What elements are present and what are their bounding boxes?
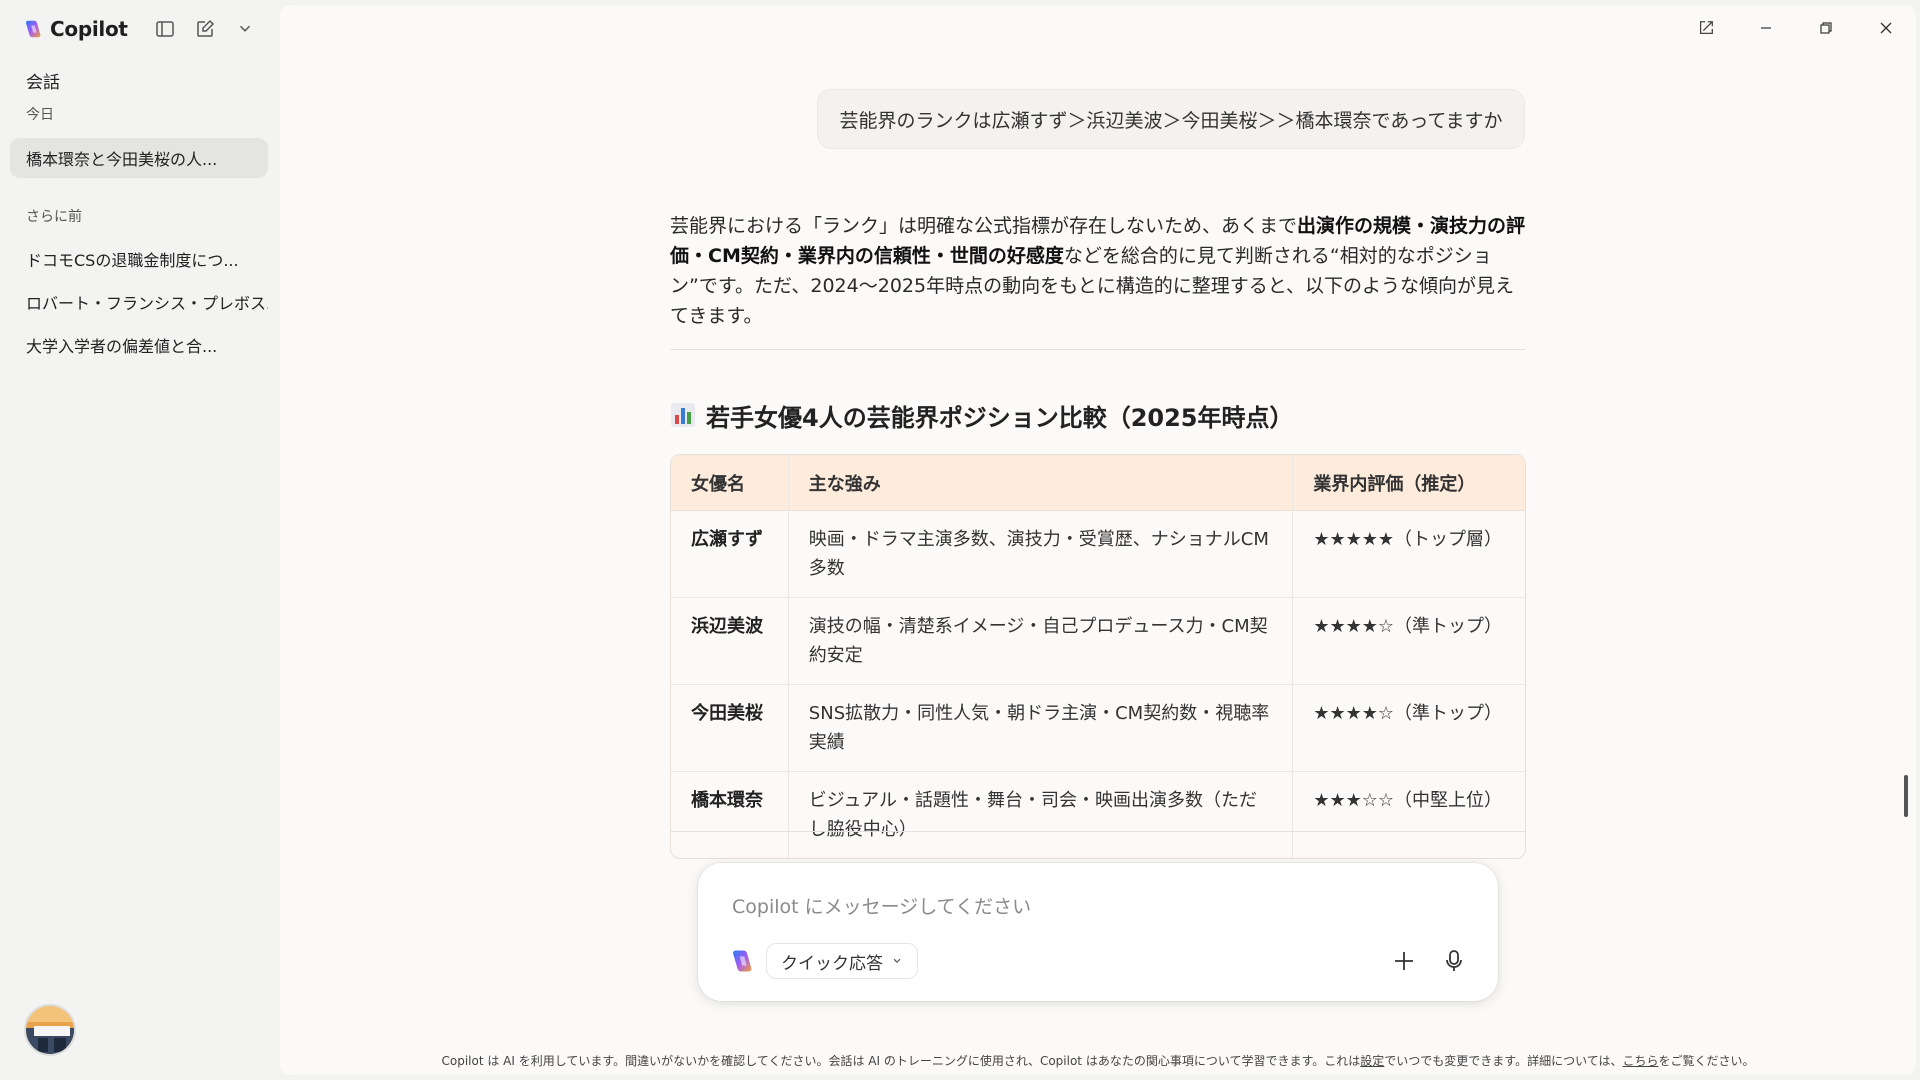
- chevron-down-icon[interactable]: [232, 16, 258, 42]
- table-row: 浜辺美波 演技の幅・清楚系イメージ・自己プロデュース力・CM契約安定 ★★★★☆…: [671, 597, 1525, 684]
- section-heading-text: 若手女優4人の芸能界ポジション比較（2025年時点）: [706, 403, 1294, 432]
- assistant-answer: 芸能界における「ランク」は明確な公式指標が存在しないため、あくまで出演作の規模・…: [670, 211, 1526, 859]
- table-cell-rating: ★★★★☆（準トップ）: [1293, 684, 1525, 771]
- plus-icon: [1395, 952, 1413, 970]
- table-cell-name: 橋本環奈: [671, 771, 789, 858]
- table-cell-rating: ★★★★☆（準トップ）: [1293, 597, 1525, 684]
- table-cell-name: 浜辺美波: [671, 597, 789, 684]
- app-name: Copilot: [50, 17, 128, 41]
- table-header-cell: 女優名: [671, 455, 789, 511]
- table-cell: SNS拡散力・同性人気・朝ドラ主演・CM契約数・視聴率実績: [788, 684, 1294, 771]
- footer-text: Copilot は AI を利用しています。間違いがないかを確認してください。会…: [441, 1054, 1361, 1068]
- message-input[interactable]: [732, 893, 1432, 921]
- table-cell-rating: ★★★☆☆（中堅上位）: [1293, 771, 1525, 858]
- table-row: 橋本環奈 ビジュアル・話題性・舞台・司会・映画出演多数（ただし脇役中心） ★★★…: [671, 771, 1525, 858]
- avatar[interactable]: [24, 1004, 76, 1056]
- new-chat-icon[interactable]: [192, 16, 218, 42]
- microphone-icon: [1446, 950, 1462, 971]
- table-header-row: 女優名 主な強み 業界内評価（推定）: [671, 455, 1525, 511]
- answer-paragraph: 芸能界における「ランク」は明確な公式指標が存在しないため、あくまで出演作の規模・…: [670, 211, 1526, 331]
- chevron-down-icon: [893, 958, 901, 964]
- answer-text: 芸能界における「ランク」は明確な公式指標が存在しないため、あくまで: [670, 215, 1298, 237]
- divider: [670, 831, 1526, 832]
- main-panel: 芸能界のランクは広瀬すず＞浜辺美波＞今田美桜＞＞橋本環奈であってますか 芸能界に…: [280, 5, 1916, 1075]
- sidebar-toolbar: [152, 16, 258, 42]
- table-cell-name: 今田美桜: [671, 684, 789, 771]
- footer-disclaimer: Copilot は AI を利用しています。間違いがないかを確認してください。会…: [280, 1052, 1916, 1069]
- sidebar-toggle-icon[interactable]: [152, 16, 178, 42]
- user-message-bubble: 芸能界のランクは広瀬すず＞浜辺美波＞今田美桜＞＞橋本環奈であってますか: [817, 89, 1525, 149]
- conversation-item[interactable]: ロバート・フランシス・プレボス...: [10, 282, 268, 322]
- sidebar: Copilot 会話 今日 橋本環奈と今田美桜の人... さらに前 ドコモCSの…: [0, 0, 280, 1080]
- footer-text: でいつでも変更できます。詳細については、: [1384, 1054, 1623, 1068]
- bar-chart-icon: [671, 403, 695, 427]
- table-cell: 映画・ドラマ主演多数、演技力・受賞歴、ナショナルCM多数: [789, 511, 1294, 597]
- conversation-item[interactable]: 大学入学者の偏差値と合...: [10, 325, 268, 365]
- close-icon[interactable]: [1856, 5, 1916, 51]
- details-link[interactable]: こちら: [1622, 1054, 1658, 1068]
- table-header-cell: 主な強み: [788, 455, 1294, 511]
- table-cell: ビジュアル・話題性・舞台・司会・映画出演多数（ただし脇役中心）: [788, 771, 1294, 858]
- response-mode-button[interactable]: クイック応答: [766, 943, 918, 979]
- conversations-heading: 会話: [26, 73, 60, 93]
- earlier-label: さらに前: [26, 209, 82, 225]
- table-row: 広瀬すず 映画・ドラマ主演多数、演技力・受賞歴、ナショナルCM多数 ★★★★★（…: [671, 511, 1525, 597]
- open-external-icon[interactable]: [1676, 5, 1736, 51]
- copilot-logo-icon: [26, 20, 41, 38]
- section-heading: 若手女優4人の芸能界ポジション比較（2025年時点）: [670, 398, 1526, 432]
- table-cell-rating: ★★★★★（トップ層）: [1313, 529, 1503, 550]
- footer-text: をご覧ください。: [1658, 1054, 1755, 1068]
- brand[interactable]: Copilot: [22, 14, 128, 44]
- voice-input-button[interactable]: [1436, 943, 1472, 979]
- settings-link[interactable]: 設定: [1360, 1054, 1384, 1068]
- conversation-item[interactable]: 橋本環奈と今田美桜の人...: [10, 138, 268, 178]
- scrollbar-thumb[interactable]: [1904, 775, 1908, 817]
- comparison-table: 女優名 主な強み 業界内評価（推定） 広瀬すず 映画・ドラマ主演多数、演技力・受…: [670, 454, 1526, 859]
- window-controls: [1676, 5, 1916, 51]
- table-cell-name: 広瀬すず: [671, 511, 789, 597]
- message-composer: クイック応答: [698, 863, 1498, 1001]
- conversation-item[interactable]: ドコモCSの退職金制度につ...: [10, 239, 268, 279]
- table-cell: 演技の幅・清楚系イメージ・自己プロデュース力・CM契約安定: [788, 597, 1294, 684]
- minimize-icon[interactable]: [1736, 5, 1796, 51]
- divider: [670, 349, 1526, 350]
- today-label: 今日: [26, 107, 54, 123]
- restore-icon[interactable]: [1796, 5, 1856, 51]
- add-attachment-button[interactable]: [1386, 943, 1422, 979]
- table-row: 今田美桜 SNS拡散力・同性人気・朝ドラ主演・CM契約数・視聴率実績 ★★★★☆…: [671, 684, 1525, 771]
- table-header-cell: 業界内評価（推定）: [1293, 455, 1525, 511]
- response-mode-label: クイック応答: [781, 953, 883, 974]
- copilot-logo-icon: [733, 950, 752, 972]
